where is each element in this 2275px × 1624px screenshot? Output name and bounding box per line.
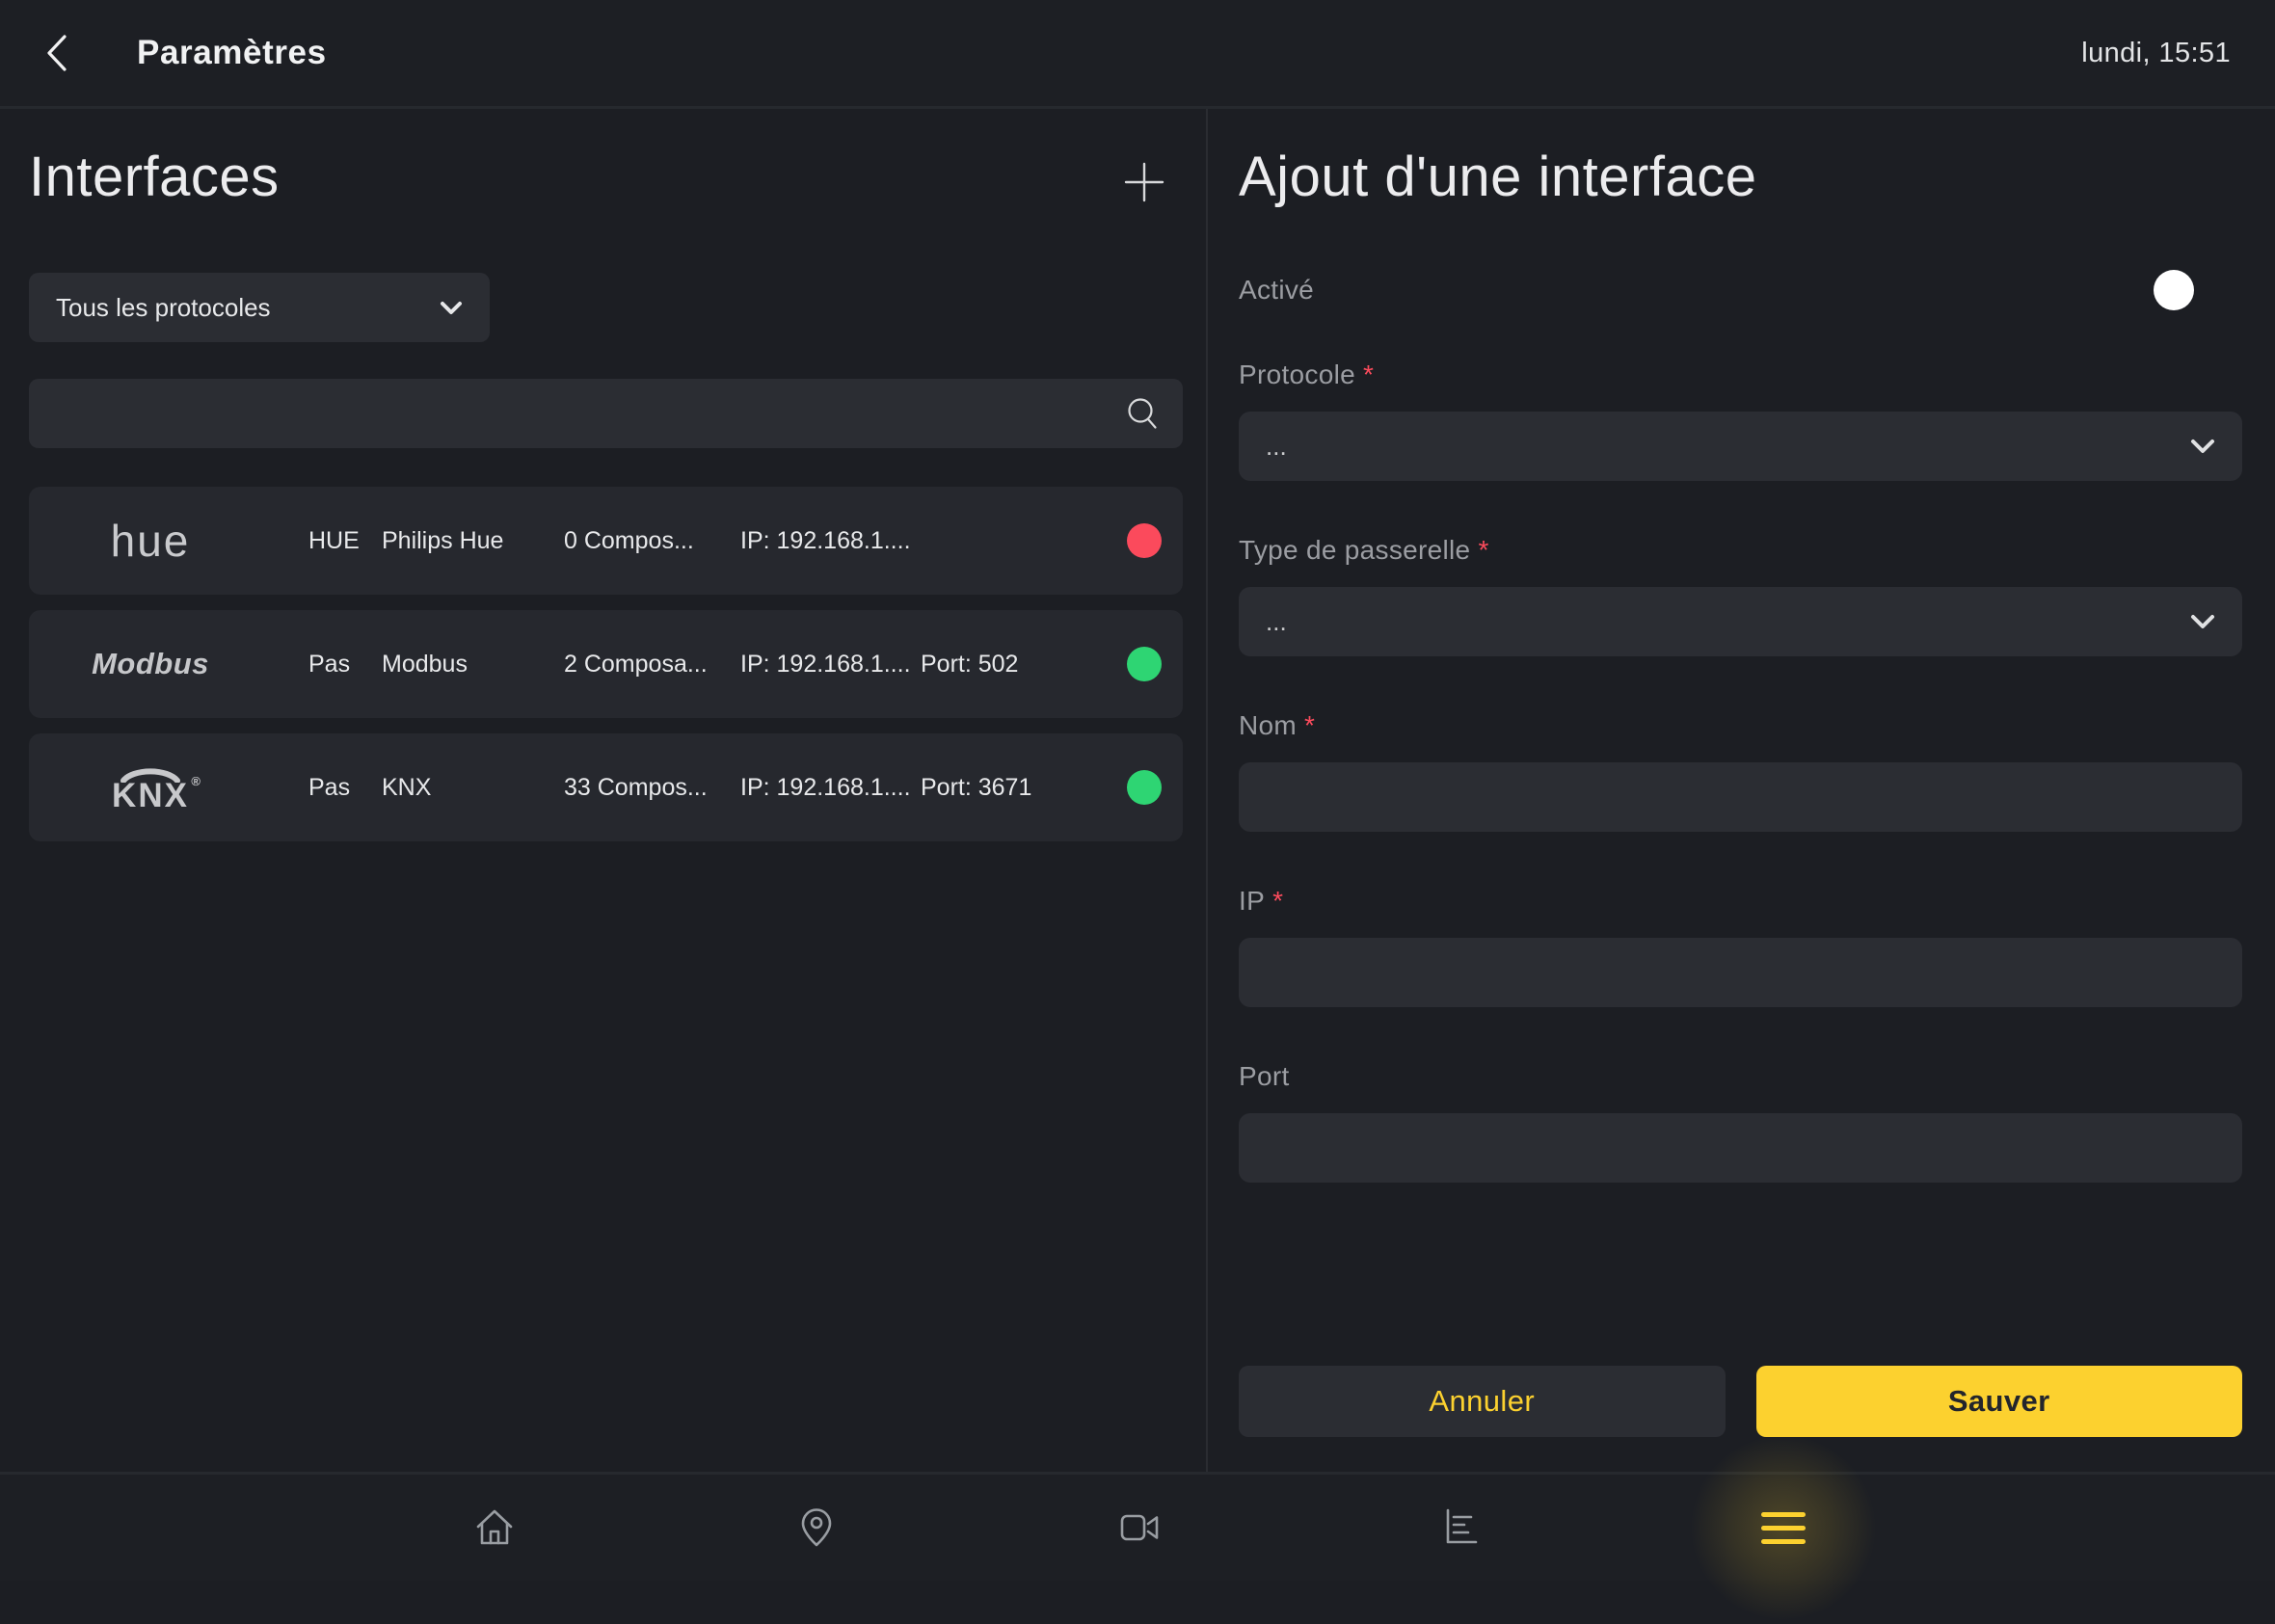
ip-cell: IP: 192.168.1.... — [740, 527, 921, 555]
status-dot — [1127, 770, 1162, 805]
add-interface-button[interactable] — [1121, 159, 1167, 205]
save-button[interactable]: Sauver — [1756, 1366, 2243, 1437]
gateway-cell: Pas — [308, 774, 382, 802]
main-area: Interfaces Tous les protocoles — [0, 109, 2275, 1472]
interface-list: hue HUE Philips Hue 0 Compos... IP: 192.… — [29, 487, 1183, 841]
top-bar: Paramètres lundi, 15:51 — [0, 0, 2275, 106]
page-title: Paramètres — [137, 34, 327, 72]
cancel-button[interactable]: Annuler — [1239, 1366, 1726, 1437]
status-dot — [1127, 523, 1162, 558]
protocol-filter-select[interactable]: Tous les protocoles — [29, 273, 490, 342]
search-icon — [1125, 396, 1160, 431]
registered-mark: ® — [191, 775, 202, 787]
plus-icon — [1122, 160, 1166, 204]
protocol-cell: Philips Hue — [382, 527, 564, 555]
nav-item-menu-active[interactable] — [1759, 1504, 1807, 1552]
knx-logo: KNX® — [29, 763, 272, 812]
add-interface-title: Ajout d'une interface — [1239, 149, 2242, 205]
nav-item-cameras[interactable] — [1115, 1504, 1164, 1552]
port-cell: Port: 3671 — [921, 774, 1127, 802]
gateway-cell: HUE — [308, 527, 382, 555]
required-asterisk: * — [1304, 710, 1315, 740]
video-camera-icon — [1116, 1504, 1163, 1551]
nom-label: Nom* — [1239, 710, 2242, 741]
enabled-label: Activé — [1239, 275, 1314, 306]
form-buttons: Annuler Sauver — [1239, 1366, 2242, 1437]
ip-input[interactable] — [1239, 938, 2242, 1007]
ip-label: IP* — [1239, 886, 2242, 917]
gateway-cell: Pas — [308, 651, 382, 679]
interfaces-panel: Interfaces Tous les protocoles — [0, 109, 1208, 1472]
search-input[interactable] — [52, 379, 1113, 448]
required-asterisk: * — [1363, 359, 1374, 389]
chevron-down-icon — [440, 301, 463, 315]
components-cell: 33 Compos... — [564, 774, 740, 802]
port-label: Port — [1239, 1061, 2242, 1092]
port-cell: Port: 502 — [921, 651, 1127, 679]
nav-item-stats[interactable] — [1437, 1504, 1485, 1552]
protocole-select[interactable]: ... — [1239, 412, 2242, 481]
nav-item-locations[interactable] — [792, 1504, 841, 1552]
protocol-cell: Modbus — [382, 651, 564, 679]
protocol-filter-value: Tous les protocoles — [56, 293, 271, 323]
toggle-knob — [2154, 270, 2194, 310]
interface-row-knx[interactable]: KNX® Pas KNX 33 Compos... IP: 192.168.1.… — [29, 733, 1183, 841]
chevron-left-icon — [44, 33, 69, 73]
interface-row-modbus[interactable]: Modbus Pas Modbus 2 Composa... IP: 192.1… — [29, 610, 1183, 718]
type-passerelle-select[interactable]: ... — [1239, 587, 2242, 656]
nom-input[interactable] — [1239, 762, 2242, 832]
bottom-nav — [0, 1472, 2275, 1581]
required-asterisk: * — [1478, 535, 1488, 565]
protocol-cell: KNX — [382, 774, 564, 802]
components-cell: 2 Composa... — [564, 651, 740, 679]
enabled-toggle[interactable] — [2157, 276, 2229, 305]
enabled-row: Activé — [1239, 275, 2242, 306]
port-input[interactable] — [1239, 1113, 2242, 1183]
location-pin-icon — [793, 1504, 840, 1551]
type-passerelle-label: Type de passerelle* — [1239, 535, 2242, 566]
modbus-logo: Modbus — [29, 647, 272, 681]
chevron-down-icon — [2190, 439, 2215, 454]
ip-cell: IP: 192.168.1.... — [740, 774, 921, 802]
interface-row-hue[interactable]: hue HUE Philips Hue 0 Compos... IP: 192.… — [29, 487, 1183, 595]
app-root: Paramètres lundi, 15:51 Interfaces Tous … — [0, 0, 2275, 1581]
clock-text: lundi, 15:51 — [2081, 38, 2231, 69]
hue-logo: hue — [29, 515, 272, 567]
back-button[interactable] — [44, 30, 87, 76]
ip-cell: IP: 192.168.1.... — [740, 651, 921, 679]
nav-item-home[interactable] — [470, 1504, 519, 1552]
home-icon — [471, 1504, 518, 1551]
search-field — [29, 379, 1183, 448]
add-interface-panel: Ajout d'une interface Activé Protocole* … — [1208, 109, 2275, 1472]
required-asterisk: * — [1272, 886, 1283, 916]
chevron-down-icon — [2190, 614, 2215, 629]
menu-icon — [1761, 1512, 1806, 1544]
bar-chart-icon — [1438, 1504, 1485, 1551]
interfaces-header: Interfaces — [29, 149, 1183, 205]
protocole-label: Protocole* — [1239, 359, 2242, 390]
components-cell: 0 Compos... — [564, 527, 740, 555]
status-dot — [1127, 647, 1162, 681]
interfaces-title: Interfaces — [29, 149, 280, 205]
